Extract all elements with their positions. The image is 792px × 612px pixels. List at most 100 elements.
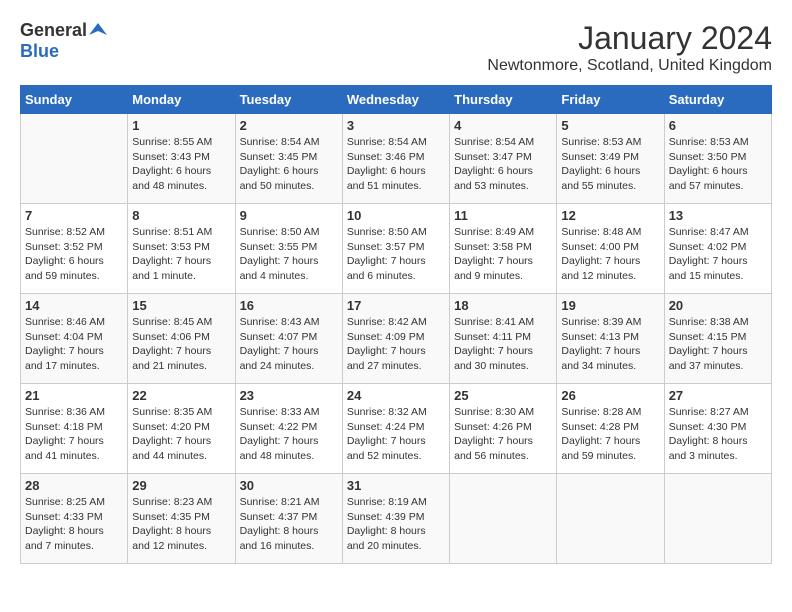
day-cell-3-2: 23 Sunrise: 8:33 AM Sunset: 4:22 PM Dayli… [235,384,342,474]
day-info: Sunrise: 8:30 AM Sunset: 4:26 PM Dayligh… [454,405,552,464]
day-cell-0-3: 3 Sunrise: 8:54 AM Sunset: 3:46 PM Daylig… [342,114,449,204]
day-info: Sunrise: 8:32 AM Sunset: 4:24 PM Dayligh… [347,405,445,464]
day-cell-0-4: 4Sunrise: 8:54 AM Sunset: 3:47 PM Daylig… [450,114,557,204]
week-row-2: 7Sunrise: 8:52 AM Sunset: 3:52 PM Daylig… [21,204,772,294]
day-cell-3-0: 21 Sunrise: 8:36 AM Sunset: 4:18 PM Dayli… [21,384,128,474]
day-info: Sunrise: 8:53 AM Sunset: 3:49 PM Dayligh… [561,135,659,194]
day-number: 18 [454,298,552,313]
day-cell-3-4: 25 Sunrise: 8:30 AM Sunset: 4:26 PM Dayli… [450,384,557,474]
day-cell-1-0: 7Sunrise: 8:52 AM Sunset: 3:52 PM Daylig… [21,204,128,294]
header-saturday: Saturday [664,86,771,114]
day-cell-3-6: 27 Sunrise: 8:27 AM Sunset: 4:30 PM Dayli… [664,384,771,474]
day-info: Sunrise: 8:21 AM Sunset: 4:37 PM Dayligh… [240,495,338,554]
day-number: 20 [669,298,767,313]
day-info: Sunrise: 8:50 AM Sunset: 3:57 PM Dayligh… [347,225,445,284]
day-cell-1-5: 12 Sunrise: 8:48 AM Sunset: 4:00 PM Dayli… [557,204,664,294]
day-number: 2 [240,118,338,133]
day-cell-3-1: 22Sunrise: 8:35 AM Sunset: 4:20 PM Dayli… [128,384,235,474]
day-info: Sunrise: 8:39 AM Sunset: 4:13 PM Dayligh… [561,315,659,374]
day-info: Sunrise: 8:54 AM Sunset: 3:46 PM Dayligh… [347,135,445,194]
logo-bird-icon [89,21,107,39]
day-cell-0-5: 5 Sunrise: 8:53 AM Sunset: 3:49 PM Daylig… [557,114,664,204]
week-row-4: 21 Sunrise: 8:36 AM Sunset: 4:18 PM Dayli… [21,384,772,474]
day-cell-4-5 [557,474,664,564]
day-cell-2-1: 15 Sunrise: 8:45 AM Sunset: 4:06 PM Dayli… [128,294,235,384]
day-cell-1-3: 10 Sunrise: 8:50 AM Sunset: 3:57 PM Dayli… [342,204,449,294]
day-number: 26 [561,388,659,403]
day-number: 16 [240,298,338,313]
day-info: Sunrise: 8:54 AM Sunset: 3:47 PM Dayligh… [454,135,552,194]
page-header: General Blue January 2024 Newtonmore, Sc… [20,20,772,75]
header-sunday: Sunday [21,86,128,114]
week-row-3: 14 Sunrise: 8:46 AM Sunset: 4:04 PM Dayli… [21,294,772,384]
day-info: Sunrise: 8:23 AM Sunset: 4:35 PM Dayligh… [132,495,230,554]
day-cell-1-6: 13Sunrise: 8:47 AM Sunset: 4:02 PM Dayli… [664,204,771,294]
day-info: Sunrise: 8:45 AM Sunset: 4:06 PM Dayligh… [132,315,230,374]
day-cell-1-2: 9Sunrise: 8:50 AM Sunset: 3:55 PM Daylig… [235,204,342,294]
day-info: Sunrise: 8:36 AM Sunset: 4:18 PM Dayligh… [25,405,123,464]
day-cell-0-2: 2 Sunrise: 8:54 AM Sunset: 3:45 PM Daylig… [235,114,342,204]
day-number: 25 [454,388,552,403]
day-info: Sunrise: 8:54 AM Sunset: 3:45 PM Dayligh… [240,135,338,194]
day-cell-2-3: 17 Sunrise: 8:42 AM Sunset: 4:09 PM Dayli… [342,294,449,384]
day-cell-2-6: 20Sunrise: 8:38 AM Sunset: 4:15 PM Dayli… [664,294,771,384]
day-info: Sunrise: 8:55 AM Sunset: 3:43 PM Dayligh… [132,135,230,194]
day-info: Sunrise: 8:46 AM Sunset: 4:04 PM Dayligh… [25,315,123,374]
weekday-header-row: Sunday Monday Tuesday Wednesday Thursday… [21,86,772,114]
header-tuesday: Tuesday [235,86,342,114]
day-info: Sunrise: 8:33 AM Sunset: 4:22 PM Dayligh… [240,405,338,464]
day-number: 7 [25,208,123,223]
day-info: Sunrise: 8:42 AM Sunset: 4:09 PM Dayligh… [347,315,445,374]
day-number: 21 [25,388,123,403]
day-cell-3-3: 24 Sunrise: 8:32 AM Sunset: 4:24 PM Dayli… [342,384,449,474]
header-thursday: Thursday [450,86,557,114]
day-cell-0-6: 6 Sunrise: 8:53 AM Sunset: 3:50 PM Daylig… [664,114,771,204]
calendar-table: Sunday Monday Tuesday Wednesday Thursday… [20,85,772,564]
week-row-1: 1Sunrise: 8:55 AM Sunset: 3:43 PM Daylig… [21,114,772,204]
day-info: Sunrise: 8:27 AM Sunset: 4:30 PM Dayligh… [669,405,767,464]
day-number: 30 [240,478,338,493]
day-number: 9 [240,208,338,223]
day-number: 17 [347,298,445,313]
day-number: 29 [132,478,230,493]
header-monday: Monday [128,86,235,114]
day-cell-4-3: 31 Sunrise: 8:19 AM Sunset: 4:39 PM Dayli… [342,474,449,564]
day-cell-2-5: 19 Sunrise: 8:39 AM Sunset: 4:13 PM Dayli… [557,294,664,384]
day-number: 6 [669,118,767,133]
day-info: Sunrise: 8:48 AM Sunset: 4:00 PM Dayligh… [561,225,659,284]
day-number: 22 [132,388,230,403]
day-number: 10 [347,208,445,223]
day-number: 24 [347,388,445,403]
header-wednesday: Wednesday [342,86,449,114]
day-number: 27 [669,388,767,403]
day-number: 31 [347,478,445,493]
day-info: Sunrise: 8:47 AM Sunset: 4:02 PM Dayligh… [669,225,767,284]
day-info: Sunrise: 8:43 AM Sunset: 4:07 PM Dayligh… [240,315,338,374]
day-number: 28 [25,478,123,493]
week-row-5: 28 Sunrise: 8:25 AM Sunset: 4:33 PM Dayli… [21,474,772,564]
day-number: 14 [25,298,123,313]
day-cell-1-1: 8Sunrise: 8:51 AM Sunset: 3:53 PM Daylig… [128,204,235,294]
day-number: 15 [132,298,230,313]
day-cell-2-2: 16 Sunrise: 8:43 AM Sunset: 4:07 PM Dayli… [235,294,342,384]
day-info: Sunrise: 8:19 AM Sunset: 4:39 PM Dayligh… [347,495,445,554]
day-info: Sunrise: 8:53 AM Sunset: 3:50 PM Dayligh… [669,135,767,194]
day-number: 23 [240,388,338,403]
day-cell-0-0 [21,114,128,204]
day-cell-4-4 [450,474,557,564]
day-number: 5 [561,118,659,133]
day-cell-4-1: 29 Sunrise: 8:23 AM Sunset: 4:35 PM Dayli… [128,474,235,564]
day-info: Sunrise: 8:41 AM Sunset: 4:11 PM Dayligh… [454,315,552,374]
day-number: 12 [561,208,659,223]
day-number: 3 [347,118,445,133]
location-title: Newtonmore, Scotland, United Kingdom [487,57,772,75]
day-info: Sunrise: 8:49 AM Sunset: 3:58 PM Dayligh… [454,225,552,284]
day-cell-4-0: 28 Sunrise: 8:25 AM Sunset: 4:33 PM Dayli… [21,474,128,564]
day-cell-1-4: 11Sunrise: 8:49 AM Sunset: 3:58 PM Dayli… [450,204,557,294]
header-friday: Friday [557,86,664,114]
day-number: 19 [561,298,659,313]
logo-general-text: General [20,20,87,41]
day-cell-4-6 [664,474,771,564]
day-info: Sunrise: 8:25 AM Sunset: 4:33 PM Dayligh… [25,495,123,554]
day-cell-4-2: 30 Sunrise: 8:21 AM Sunset: 4:37 PM Dayli… [235,474,342,564]
